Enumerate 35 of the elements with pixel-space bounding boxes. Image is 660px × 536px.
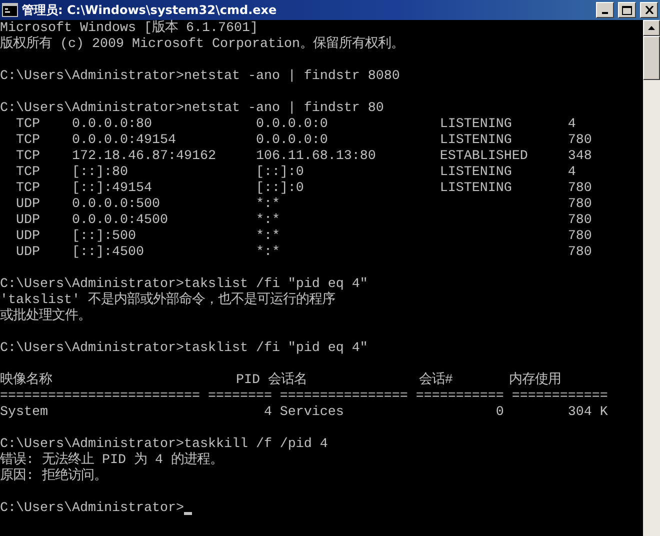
output-line: ========================= ======== ================ =========== ============ [0,389,608,405]
scrollbar[interactable] [643,20,660,536]
output-line: TCP [::]:80 [::]:0 LISTENING 4 [14,165,576,181]
scrollbar-thumb[interactable] [643,36,660,80]
output-line: 或批处理文件。 [0,309,91,325]
up-arrow-icon [648,26,655,30]
minimize-button[interactable] [596,2,614,18]
close-icon [644,6,654,14]
output-line: TCP [::]:49154 [::]:0 LISTENING 780 [14,181,592,197]
output-line: UDP 0.0.0.0:4500 *:* 780 [14,213,592,229]
output-line: 映像名称 PID 会话名 会话# 内存使用 [0,373,561,389]
window-title: 管理员: C:\Windows\system32\cmd.exe [22,2,278,18]
output-line: TCP 172.18.46.87:49162 106.11.68.13:80 ESTABLISHED 348 [14,149,592,165]
command-line: C:\Users\Administrator>taskkill /f /pid 4 [0,437,328,452]
output-line: 错误: 无法终止 PID 为 4 的进程。 [0,453,223,468]
output-line: TCP 0.0.0.0:80 0.0.0.0:0 LISTENING 4 [14,117,576,133]
output-line: Microsoft Windows [版本 6.1.7601] [0,21,258,36]
output-line: 原因: 拒绝访问。 [0,469,107,485]
scroll-up-button[interactable] [643,20,660,36]
output-line: TCP 0.0.0.0:49154 0.0.0.0:0 LISTENING 780 [14,133,592,149]
maximize-button[interactable] [618,2,636,18]
output-line: UDP [::]:4500 *:* 780 [14,245,592,261]
output-line: 'takslist' 不是内部或外部命令，也不是可运行的程序 [0,293,335,308]
command-line: C:\Users\Administrator>tasklist /fi "pid eq 4" [0,341,368,357]
command-line: C:\Users\Administrator>takslist /fi "pid eq 4" [0,277,368,292]
command-line: C:\Users\Administrator> [0,501,184,517]
output-line: UDP 0.0.0.0:500 *:* 780 [14,197,592,213]
output-line: UDP [::]:500 *:* 780 [14,229,592,245]
output-line: System 4 Services 0 304 K [0,405,608,421]
console-icon [2,3,18,17]
output-line: 版权所有 (c) 2009 Microsoft Corporation。保留所有权利。 [0,37,404,53]
command-line: C:\Users\Administrator>netstat -ano | findstr 8080 [0,69,400,85]
command-line: C:\Users\Administrator>netstat -ano | findstr 80 [0,101,384,117]
maximize-icon [622,6,632,14]
close-button[interactable] [640,2,658,18]
